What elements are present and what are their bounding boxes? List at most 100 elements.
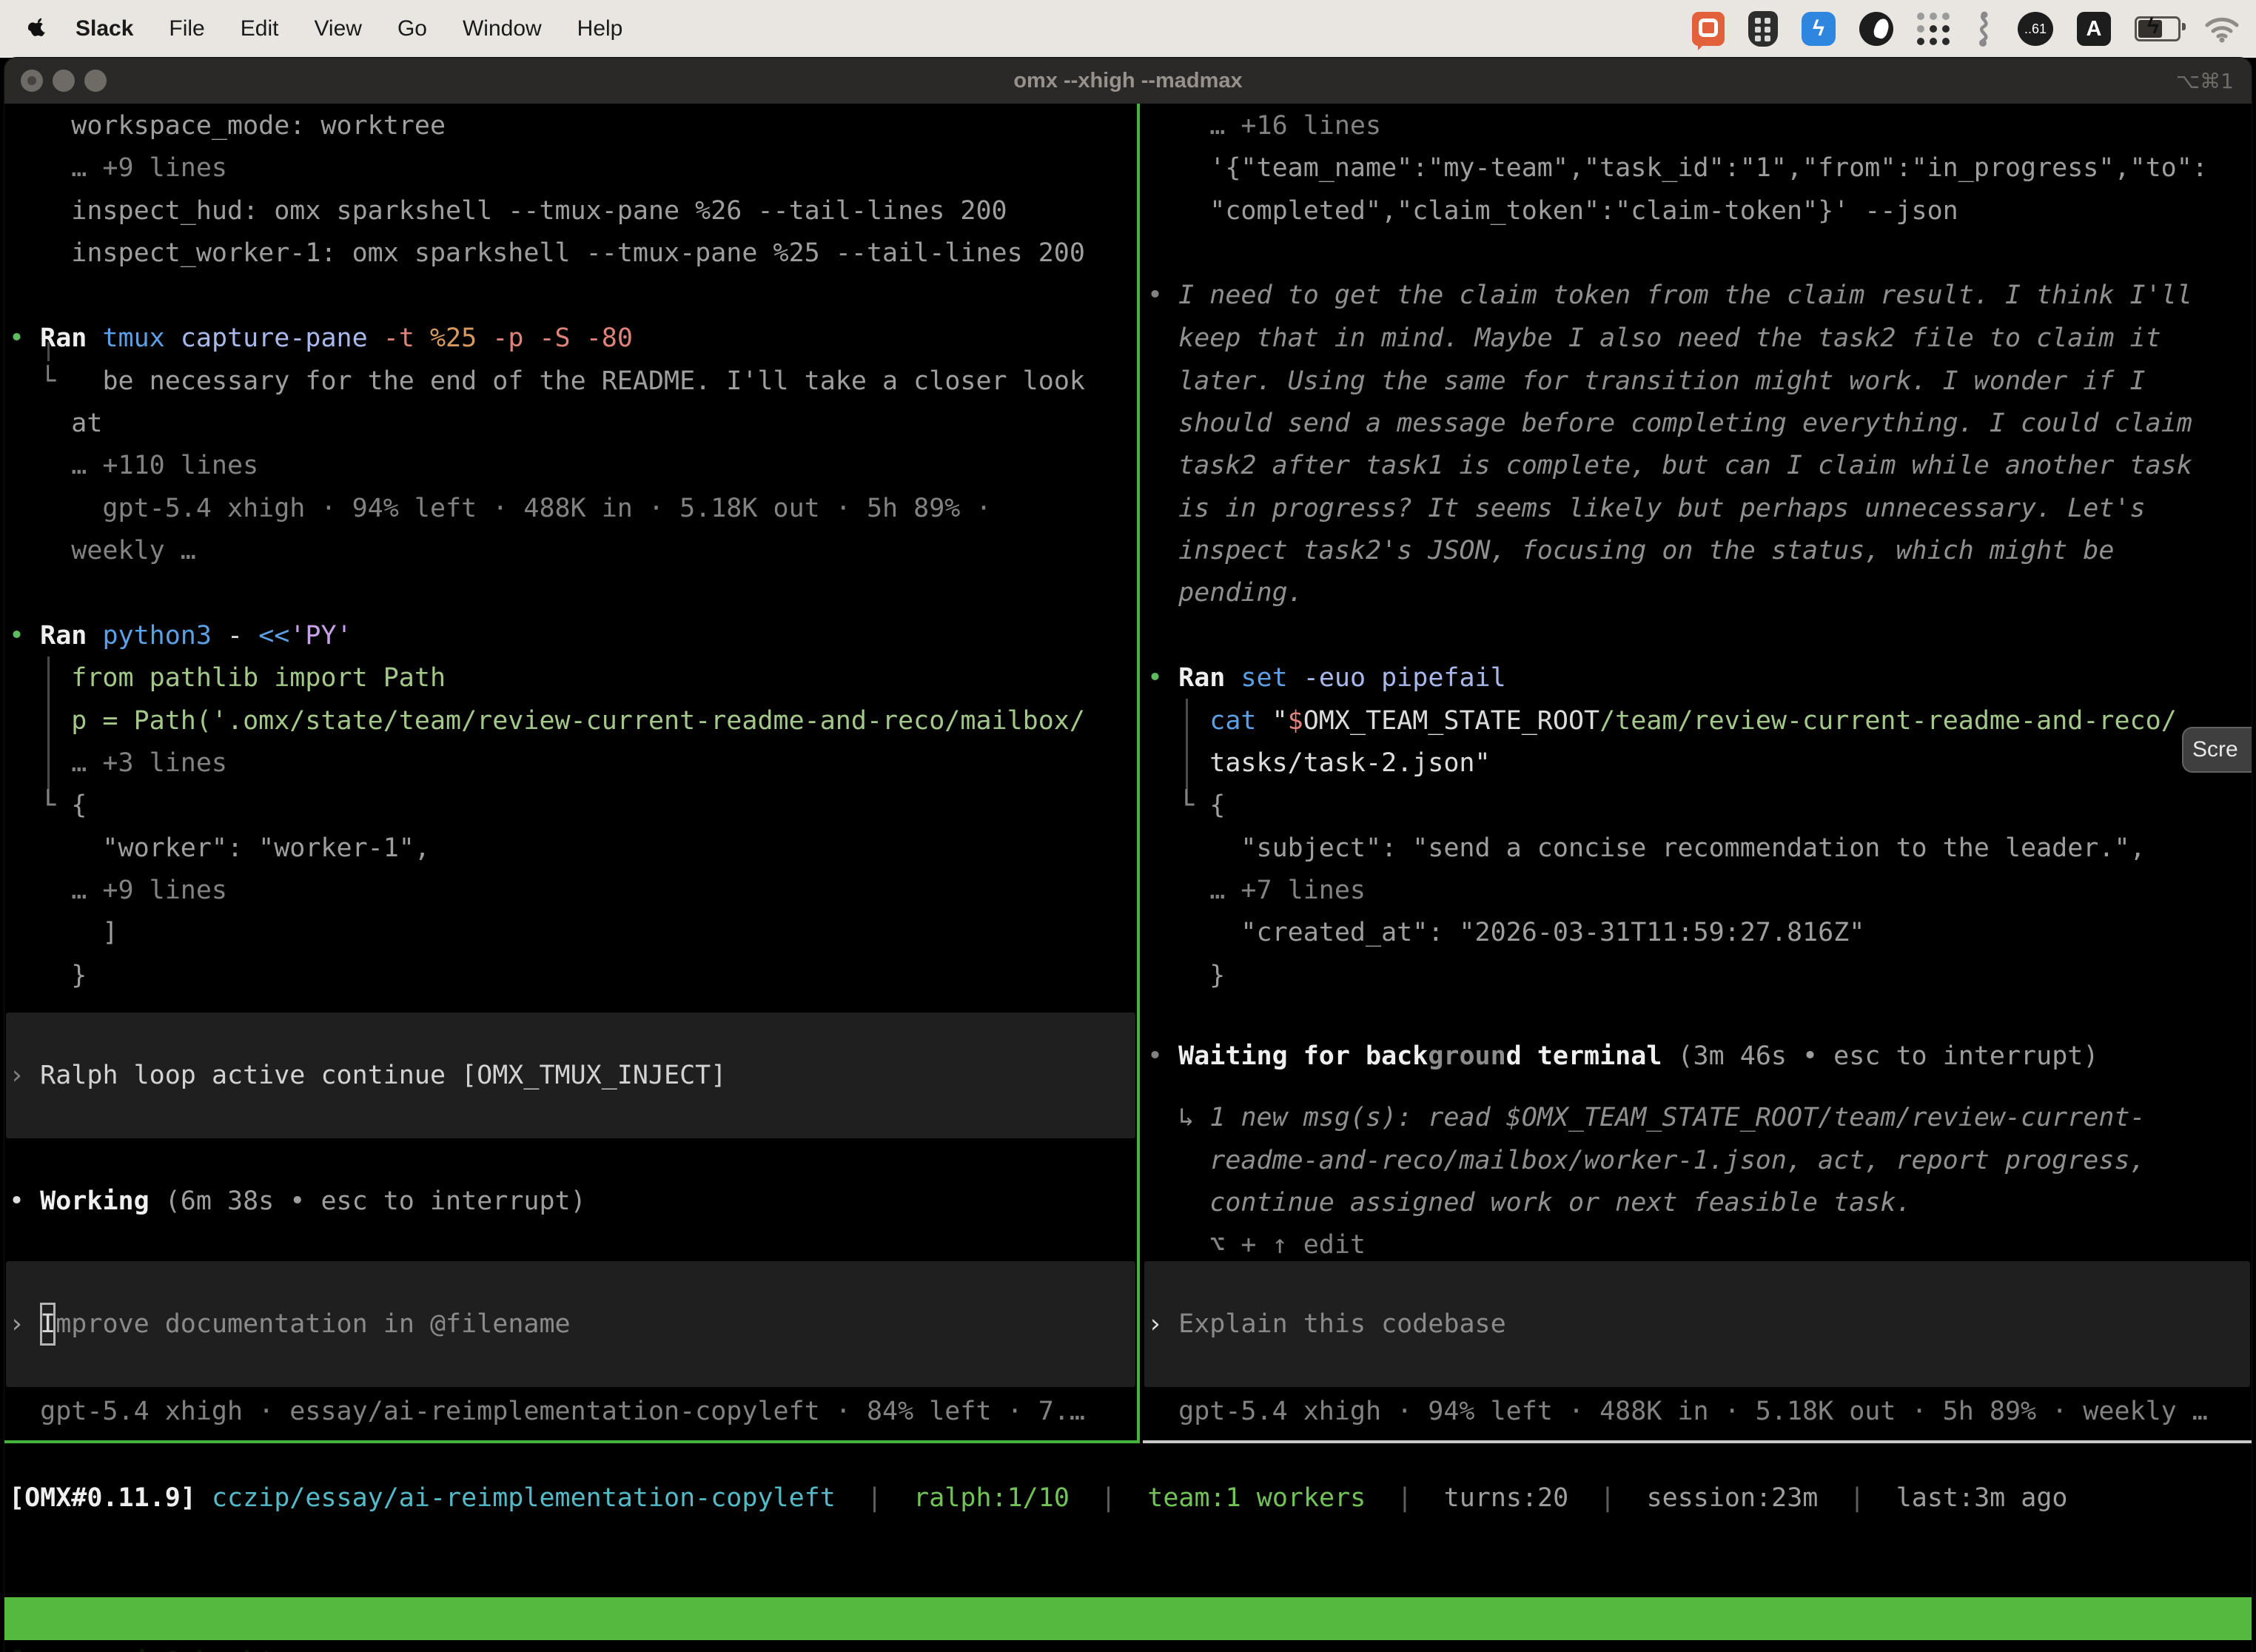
- token: 'PY': [289, 621, 352, 651]
- token: pending.: [1147, 578, 1303, 608]
- token: gpt-5.4 xhigh · 94% left · 488K in · 5.1…: [1147, 1397, 2208, 1426]
- token: |: [1818, 1483, 1896, 1513]
- lightning-app-icon[interactable]: ϟ: [1802, 12, 1836, 46]
- menu-item-file[interactable]: File: [151, 16, 222, 41]
- tmux-pane-left[interactable]: workspace_mode: worktree … +9 lines insp…: [4, 104, 1137, 1443]
- screen-share-label: Scre: [2192, 737, 2238, 762]
- battery-charging-icon[interactable]: ϟ: [2135, 16, 2181, 41]
- token: ›: [1147, 1309, 1178, 1339]
- thinking-line: task2 after task1 is complete, but can I…: [1147, 444, 2252, 487]
- menu-item-help[interactable]: Help: [560, 16, 641, 41]
- screen-share-overlay[interactable]: Scre: [2182, 727, 2252, 773]
- apple-logo-icon[interactable]: [28, 18, 47, 40]
- menu-item-view[interactable]: View: [296, 16, 379, 41]
- token: '{"team_name":"my-team","task_id":"1","f…: [1147, 153, 2208, 183]
- input-source-icon[interactable]: A: [2077, 12, 2111, 46]
- zoom-button[interactable]: [84, 70, 107, 92]
- token: p = Path('.omx/state/team/review-current…: [9, 706, 1085, 736]
- menu-item-go[interactable]: Go: [380, 16, 445, 41]
- terminal-line: from pathlib import Path: [9, 657, 1137, 699]
- terminal-line: workspace_mode: worktree: [9, 104, 1137, 147]
- token: inspect_hud: omx sparkshell --tmux-pane …: [9, 196, 1007, 226]
- terminal-line: }: [1147, 954, 2252, 997]
- shield-grid-icon[interactable]: [1748, 11, 1778, 47]
- token: should send a message before completing …: [1147, 409, 2192, 438]
- thinking-line: inspect task2's JSON, focusing on the st…: [1147, 529, 2252, 572]
- terminal-line: … +7 lines: [1147, 869, 2252, 912]
- menu-item-window[interactable]: Window: [445, 16, 560, 41]
- token: I need to get the claim token from the c…: [1178, 281, 2192, 310]
- token: inspect_worker-1: omx sparkshell --tmux-…: [9, 238, 1085, 268]
- terminal-line: }: [9, 954, 1137, 997]
- token: Ran: [40, 621, 102, 651]
- token: $: [1288, 706, 1303, 736]
- close-button[interactable]: [21, 70, 43, 92]
- token: team:1 workers: [1147, 1483, 1366, 1513]
- crescent-circle-icon[interactable]: [1859, 12, 1893, 46]
- thinking-line: should send a message before completing …: [1147, 402, 2252, 445]
- dots-grid-icon[interactable]: [1917, 13, 1950, 45]
- token: -80: [586, 323, 633, 353]
- menu-item-edit[interactable]: Edit: [223, 16, 297, 41]
- squiggle-icon[interactable]: [1973, 10, 1994, 47]
- queued-message-line: readme-and-reco/mailbox/worker-1.json, a…: [1147, 1139, 2252, 1182]
- terminal-line: tasks/task-2.json": [1147, 742, 2252, 785]
- tmux-pane-right[interactable]: … +16 lines '{"team_name":"my-team","tas…: [1143, 104, 2252, 1443]
- token: •: [1147, 1041, 1178, 1071]
- terminal-line: ]: [9, 911, 1137, 954]
- token: ralph:1/10: [913, 1483, 1070, 1513]
- token: Ran: [1178, 663, 1241, 693]
- token: ⌥ + ↑ edit: [1147, 1230, 1366, 1260]
- terminal-line: at: [9, 402, 1137, 445]
- token: }: [9, 961, 87, 990]
- token: inspect task2's JSON, focusing on the st…: [1147, 536, 2114, 565]
- working-status-line: • Working (6m 38s • esc to interrupt): [9, 1180, 1137, 1223]
- macos-menu-bar: Slack File Edit View Go Window Help ϟ ..…: [0, 0, 2256, 58]
- omx-status-bar: [OMX#0.11.9] cczip/essay/ai-reimplementa…: [9, 1477, 2068, 1520]
- wifi-icon[interactable]: [2204, 15, 2240, 43]
- token: <<: [258, 621, 289, 651]
- pane-divider[interactable]: [1137, 104, 1140, 1443]
- token: •: [9, 621, 40, 651]
- terminal-content: workspace_mode: worktree … +9 lines insp…: [4, 104, 2252, 1652]
- token: ›: [9, 1061, 40, 1090]
- token: is in progress? It seems likely but perh…: [1147, 494, 2146, 523]
- token: … +16 lines: [1147, 111, 1381, 141]
- token: ↳: [1147, 1103, 1209, 1132]
- menu-app-name[interactable]: Slack: [58, 16, 151, 41]
- window-titlebar[interactable]: omx --xhigh --madmax ⌥⌘1: [4, 58, 2252, 104]
- command-line: • Ran set -euo pipefail: [1147, 657, 2252, 699]
- token: -S: [539, 323, 585, 353]
- pane-border-bottom-active: [4, 1440, 1137, 1443]
- composer-input-line-left[interactable]: › Improve documentation in @filename: [9, 1303, 1137, 1346]
- window-shortcut-badge: ⌥⌘1: [2176, 69, 2234, 93]
- token: |: [1568, 1483, 1646, 1513]
- chat-app-icon[interactable]: [1692, 12, 1725, 46]
- token: |: [1070, 1483, 1147, 1513]
- circle-badge-icon[interactable]: ..61: [2018, 12, 2053, 46]
- token: •: [1147, 281, 1178, 310]
- token: d terminal: [1506, 1041, 1678, 1071]
- terminal-line: … +110 lines: [9, 444, 1137, 487]
- token: at: [9, 409, 102, 438]
- token: mprove documentation in @filename: [56, 1309, 570, 1339]
- token: … +7 lines: [1147, 876, 1366, 905]
- tmux-session-label: [omx-cczip0:bash*: [9, 1640, 274, 1652]
- terminal-line: … +16 lines: [1147, 104, 2252, 147]
- token: |: [836, 1483, 913, 1513]
- token: └: [9, 366, 102, 396]
- token: gpt-5.4 xhigh · essay/ai-reimplementatio…: [9, 1397, 1085, 1426]
- composer-input-line-right[interactable]: › Explain this codebase: [1147, 1303, 2252, 1346]
- traffic-lights: [21, 70, 107, 92]
- token: keep that in mind. Maybe I also need the…: [1147, 323, 2161, 353]
- token: session:23m: [1647, 1483, 1819, 1513]
- token: tmux: [102, 323, 180, 353]
- token: (6m 38s • esc to interrupt): [165, 1186, 586, 1216]
- token: tasks/task-2.json": [1147, 748, 1491, 778]
- token: ]: [9, 918, 118, 947]
- terminal-line: "created_at": "2026-03-31T11:59:27.816Z": [1147, 911, 2252, 954]
- queued-message-line: ↳ 1 new msg(s): read $OMX_TEAM_STATE_ROO…: [1147, 1096, 2252, 1139]
- minimize-button[interactable]: [53, 70, 75, 92]
- command-line: • Ran tmux capture-pane -t %25 -p -S -80: [9, 317, 1137, 360]
- token: … +9 lines: [9, 876, 227, 905]
